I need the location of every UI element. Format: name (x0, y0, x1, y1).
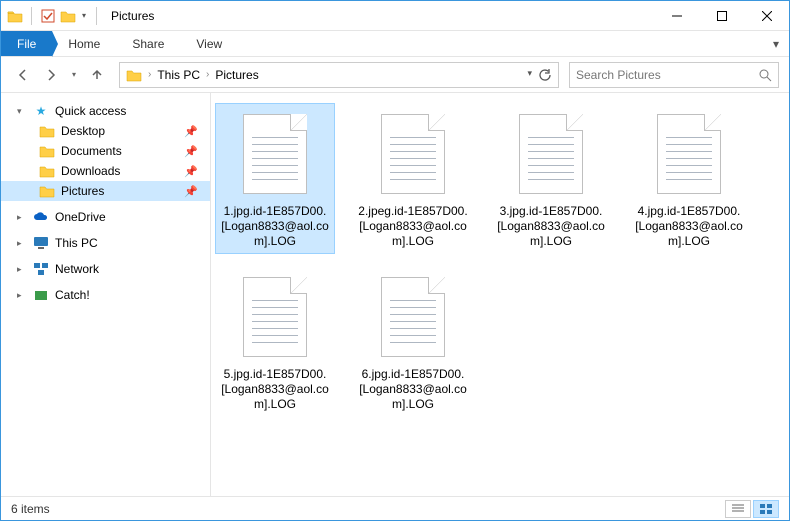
chevron-right-icon[interactable]: › (206, 69, 209, 80)
file-name: 5.jpg.id-1E857D00.[Logan8833@aol.com].LO… (220, 367, 330, 412)
file-name: 2.jpeg.id-1E857D00.[Logan8833@aol.com].L… (358, 204, 468, 249)
sidebar-item-desktop[interactable]: Desktop 📌 (1, 121, 210, 141)
sidebar-item-label: Downloads (61, 164, 120, 178)
file-item[interactable]: 1.jpg.id-1E857D00.[Logan8833@aol.com].LO… (215, 103, 335, 254)
node-icon (33, 288, 49, 302)
refresh-button[interactable] (538, 68, 552, 82)
file-name: 1.jpg.id-1E857D00.[Logan8833@aol.com].LO… (220, 204, 330, 249)
tab-home[interactable]: Home (52, 31, 116, 56)
tab-view[interactable]: View (180, 31, 238, 56)
ribbon: File Home Share View ▾ (1, 31, 789, 57)
log-file-icon (375, 108, 451, 200)
title-bar: ▾ Pictures (1, 1, 789, 31)
ribbon-expand-icon[interactable]: ▾ (763, 31, 789, 56)
search-icon[interactable] (758, 68, 772, 82)
pictures-folder-icon (126, 68, 142, 82)
sidebar-item-onedrive[interactable]: ▸ OneDrive (1, 207, 210, 227)
details-view-button[interactable] (725, 500, 751, 518)
sidebar-item-label: This PC (55, 236, 98, 250)
file-name: 4.jpg.id-1E857D00.[Logan8833@aol.com].LO… (634, 204, 744, 249)
address-dropdown-icon[interactable]: ▾ (527, 68, 532, 82)
file-item[interactable]: 6.jpg.id-1E857D00.[Logan8833@aol.com].LO… (353, 266, 473, 417)
sidebar-item-documents[interactable]: Documents 📌 (1, 141, 210, 161)
node-icon (33, 262, 49, 276)
caret-right-icon: ▸ (17, 212, 27, 223)
caret-right-icon: ▸ (17, 264, 27, 275)
breadcrumb-this-pc[interactable]: This PC (157, 68, 200, 82)
qat-checkbox-icon[interactable] (40, 8, 56, 24)
sidebar-item-thispc[interactable]: ▸ This PC (1, 233, 210, 253)
pin-icon: 📌 (184, 145, 198, 158)
status-bar: 6 items (1, 496, 789, 520)
pin-icon: 📌 (184, 165, 198, 178)
qat-dropdown-icon[interactable]: ▾ (80, 11, 88, 20)
sidebar-item-downloads[interactable]: Downloads 📌 (1, 161, 210, 181)
window-title: Pictures (105, 1, 154, 31)
sidebar-item-label: Pictures (61, 184, 104, 198)
address-bar[interactable]: › This PC › Pictures ▾ (119, 62, 559, 88)
back-button[interactable] (11, 63, 35, 87)
sidebar-item-catch[interactable]: ▸ Catch! (1, 285, 210, 305)
node-icon (33, 211, 49, 223)
tab-share[interactable]: Share (116, 31, 180, 56)
log-file-icon (375, 271, 451, 363)
sidebar-item-label: OneDrive (55, 210, 106, 224)
file-item[interactable]: 4.jpg.id-1E857D00.[Logan8833@aol.com].LO… (629, 103, 749, 254)
file-tab[interactable]: File (1, 31, 52, 56)
pin-icon: 📌 (184, 125, 198, 138)
quick-access-node[interactable]: ▾ ★ Quick access (1, 101, 210, 121)
recent-dropdown-icon[interactable]: ▾ (67, 63, 81, 87)
forward-button[interactable] (39, 63, 63, 87)
pin-icon: 📌 (184, 185, 198, 198)
file-grid[interactable]: 1.jpg.id-1E857D00.[Logan8833@aol.com].LO… (211, 93, 789, 496)
file-name: 6.jpg.id-1E857D00.[Logan8833@aol.com].LO… (358, 367, 468, 412)
item-count: 6 items (11, 502, 50, 516)
nav-pane: ▾ ★ Quick access Desktop📌Documents📌Downl… (1, 93, 211, 496)
sidebar-item-pictures[interactable]: Pictures 📌 (1, 181, 210, 201)
search-input[interactable] (576, 68, 758, 82)
log-file-icon (513, 108, 589, 200)
sidebar-item-network[interactable]: ▸ Network (1, 259, 210, 279)
caret-right-icon: ▸ (17, 290, 27, 301)
sidebar-item-label: Network (55, 262, 99, 276)
icons-view-button[interactable] (753, 500, 779, 518)
close-button[interactable] (744, 1, 789, 30)
caret-right-icon: ▸ (17, 238, 27, 249)
chevron-right-icon[interactable]: › (148, 69, 151, 80)
folder-icon (39, 124, 55, 138)
folder-icon (39, 184, 55, 198)
up-button[interactable] (85, 63, 109, 87)
search-box[interactable] (569, 62, 779, 88)
sidebar-item-label: Documents (61, 144, 122, 158)
file-item[interactable]: 2.jpeg.id-1E857D00.[Logan8833@aol.com].L… (353, 103, 473, 254)
folder-icon (39, 144, 55, 158)
log-file-icon (237, 271, 313, 363)
folder-icon (39, 164, 55, 178)
sidebar-item-label: Desktop (61, 124, 105, 138)
folder-app-icon (7, 8, 23, 24)
log-file-icon (237, 108, 313, 200)
file-name: 3.jpg.id-1E857D00.[Logan8833@aol.com].LO… (496, 204, 606, 249)
qat-new-folder-icon[interactable] (60, 8, 76, 24)
log-file-icon (651, 108, 727, 200)
caret-down-icon: ▾ (17, 106, 27, 117)
nav-bar: ▾ › This PC › Pictures ▾ (1, 57, 789, 93)
minimize-button[interactable] (654, 1, 699, 30)
file-item[interactable]: 5.jpg.id-1E857D00.[Logan8833@aol.com].LO… (215, 266, 335, 417)
star-icon: ★ (33, 104, 49, 118)
quick-access-label: Quick access (55, 104, 126, 118)
sidebar-item-label: Catch! (55, 288, 90, 302)
file-item[interactable]: 3.jpg.id-1E857D00.[Logan8833@aol.com].LO… (491, 103, 611, 254)
breadcrumb-pictures[interactable]: Pictures (215, 68, 258, 82)
node-icon (33, 236, 49, 250)
maximize-button[interactable] (699, 1, 744, 30)
